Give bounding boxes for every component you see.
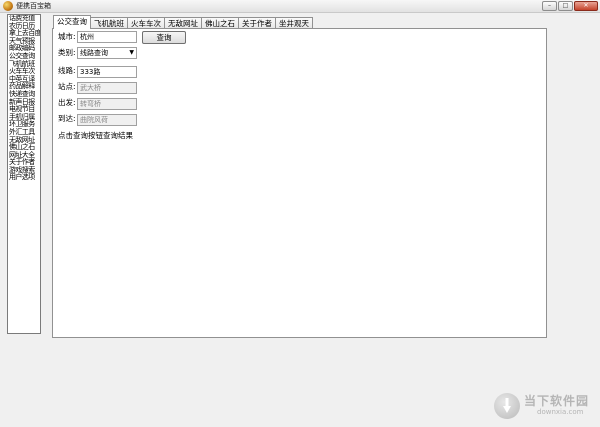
download-icon [494, 393, 520, 419]
watermark-brand: 当下软件园 [524, 394, 590, 408]
city-label: 城市: [58, 32, 76, 41]
maximize-button[interactable]: □ [558, 1, 573, 11]
route-label: 线路: [58, 66, 76, 75]
city-input[interactable]: 杭州 [77, 31, 137, 43]
chevron-down-icon: ▼ [129, 49, 134, 56]
close-button[interactable]: ✕ [574, 1, 598, 11]
type-select[interactable]: 线路查询 ▼ [77, 47, 137, 59]
tab-bus-query[interactable]: 公交查询 [53, 15, 91, 29]
window-controls: – □ ✕ [542, 1, 598, 11]
window-title: 便携百宝箱 [16, 2, 51, 10]
arrow-down-icon [503, 398, 511, 413]
from-label: 出发: [58, 98, 76, 107]
stop-input[interactable]: 武大桥 [77, 82, 137, 94]
app-icon [3, 1, 13, 11]
function-list[interactable]: 话费充值 农历日历 拿上去百度 天气预报 邮政编码 公交查询 飞机航班 火车车次… [7, 14, 41, 334]
tab-bar: 公交查询 飞机航班 火车车次 无敌网址 佛山之石 关于作者 坐井观天 [53, 15, 313, 29]
to-input[interactable]: 曲院风荷 [77, 114, 137, 126]
stop-label: 站点: [58, 82, 76, 91]
list-item[interactable]: 用户选项 [8, 174, 40, 182]
minimize-button[interactable]: – [542, 1, 557, 11]
from-input[interactable]: 转弯桥 [77, 98, 137, 110]
title-bar: 便携百宝箱 – □ ✕ [0, 0, 600, 13]
to-label: 到达: [58, 114, 76, 123]
type-select-value: 线路查询 [80, 49, 108, 57]
query-button[interactable]: 查询 [142, 31, 186, 44]
result-hint: 点击查询按钮查询结果 [58, 131, 133, 140]
route-input[interactable]: 333路 [77, 66, 137, 78]
bus-query-panel: 城市: 杭州 查询 类别: 线路查询 ▼ 线路: 333路 站点: 武大桥 出发… [52, 28, 547, 338]
type-label: 类别: [58, 48, 76, 57]
watermark-url: downxia.com [537, 408, 584, 416]
